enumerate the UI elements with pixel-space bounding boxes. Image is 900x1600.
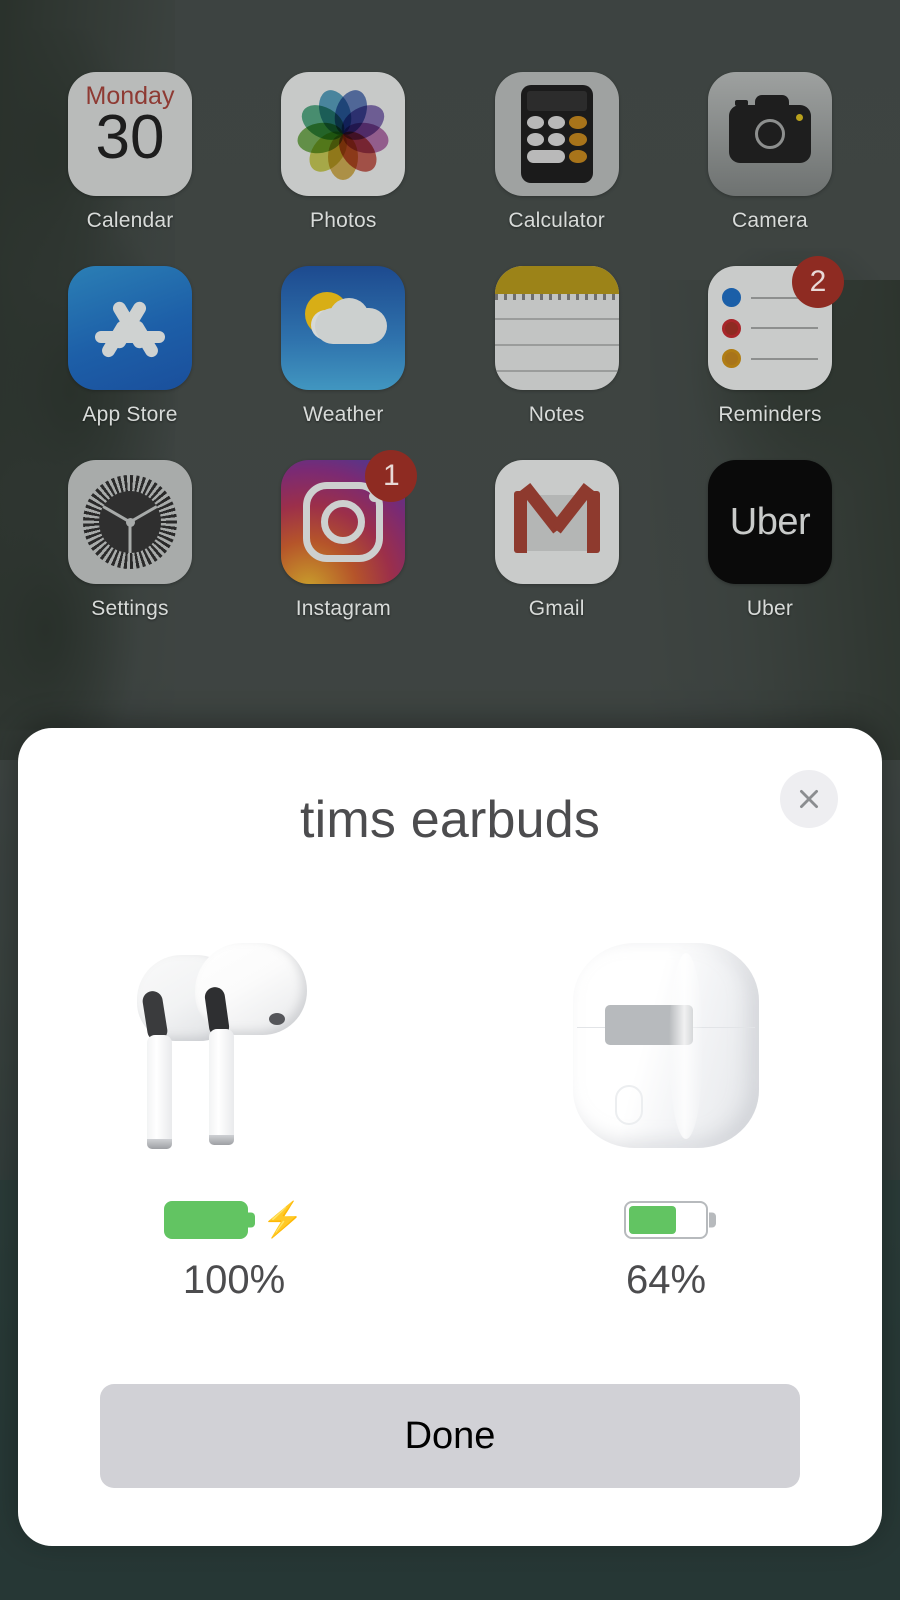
lightning-bolt-icon: ⚡ — [261, 1201, 305, 1239]
device-battery-list: ⚡ 100% 64% — [18, 908, 882, 1303]
close-icon — [800, 790, 818, 808]
battery-icon — [624, 1201, 716, 1239]
camera-icon — [707, 72, 832, 196]
icon-row: App Store Weather Notes 2 Reminders — [56, 256, 844, 427]
airpods-case-icon — [573, 908, 759, 1148]
uber-wordmark: Uber — [729, 500, 811, 543]
device-case: 64% — [450, 908, 882, 1303]
close-button[interactable] — [780, 770, 838, 828]
battery-percent-case: 64% — [625, 1258, 707, 1302]
notes-icon — [494, 266, 619, 390]
calculator-icon — [494, 72, 619, 196]
app-store-icon — [68, 266, 192, 390]
app-settings[interactable]: Settings — [56, 460, 204, 621]
app-reminders[interactable]: 2 Reminders — [696, 256, 844, 427]
settings-icon — [68, 460, 192, 584]
app-label: Settings — [91, 597, 169, 620]
airpods-pro-icon — [129, 908, 339, 1149]
done-button[interactable]: Done — [100, 1384, 800, 1488]
app-calendar[interactable]: Monday 30 Calendar — [56, 72, 204, 233]
app-label: Calendar — [86, 209, 174, 232]
app-label: Calculator — [508, 209, 605, 232]
gmail-icon — [494, 460, 619, 584]
app-label: Gmail — [528, 597, 585, 620]
calendar-icon: Monday 30 — [68, 72, 192, 196]
device-name-title: tims earbuds — [299, 791, 601, 849]
app-camera[interactable]: Camera — [696, 72, 844, 233]
icon-row: Monday 30 Calendar Photos Calculator Cam… — [56, 72, 844, 233]
app-instagram[interactable]: 1 Instagram — [269, 450, 418, 621]
calendar-day: 30 — [95, 103, 165, 172]
battery-icon — [163, 1201, 255, 1239]
battery-percent-earbuds: 100% — [182, 1258, 286, 1302]
app-label: Camera — [732, 209, 808, 232]
icon-row: Settings 1 Instagram Gmail Uber Uber — [56, 450, 844, 621]
badge-count: 2 — [791, 256, 844, 308]
uber-icon: Uber — [707, 460, 832, 584]
iphone-screen: Monday 30 Calendar Photos Calculator Cam… — [0, 0, 900, 1600]
battery-indicator-earbuds: ⚡ — [163, 1200, 305, 1240]
badge-count: 1 — [365, 450, 418, 502]
weather-icon — [281, 266, 406, 390]
airpods-connection-sheet: tims earbuds ⚡ 100% 64% Done — [18, 728, 882, 1546]
app-label: Weather — [303, 403, 384, 426]
app-weather[interactable]: Weather — [269, 266, 417, 427]
app-app-store[interactable]: App Store — [56, 266, 204, 427]
app-calculator[interactable]: Calculator — [483, 72, 631, 233]
app-label: Notes — [528, 403, 585, 426]
device-earbuds: ⚡ 100% — [18, 908, 450, 1303]
app-label: Reminders — [718, 403, 822, 426]
app-label: Photos — [310, 209, 377, 232]
app-label: Uber — [746, 597, 794, 620]
app-gmail[interactable]: Gmail — [483, 460, 631, 621]
app-uber[interactable]: Uber Uber — [696, 460, 844, 621]
app-label: App Store — [82, 403, 178, 426]
app-photos[interactable]: Photos — [269, 72, 417, 233]
app-label: Instagram — [295, 597, 391, 620]
battery-indicator-case — [624, 1200, 716, 1240]
app-notes[interactable]: Notes — [483, 266, 631, 427]
photos-icon — [281, 72, 406, 196]
